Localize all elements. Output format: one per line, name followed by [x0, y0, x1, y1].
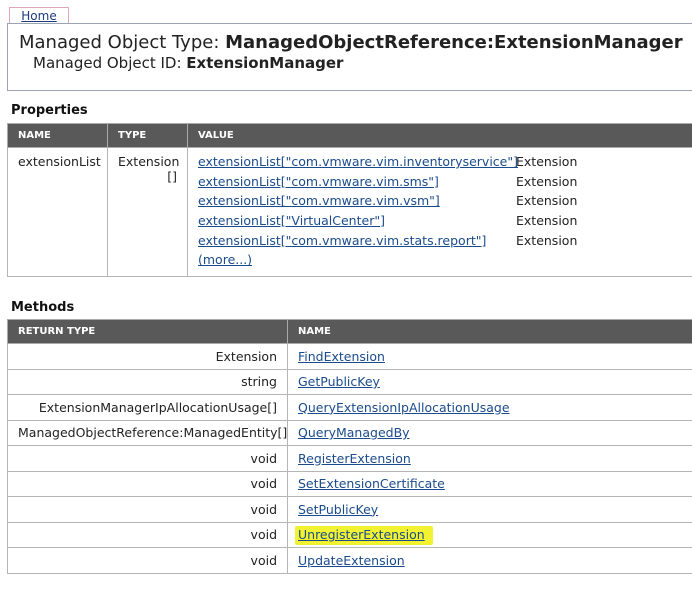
return-type: Extension — [7, 343, 288, 370]
methods-title: Methods — [11, 300, 75, 315]
method-row: void UpdateExtension — [7, 547, 692, 574]
value-link[interactable]: extensionList["com.vmware.vim.stats.repo… — [198, 233, 516, 248]
method-link[interactable]: SetExtensionCertificate — [298, 476, 445, 491]
return-type: void — [7, 521, 288, 548]
column-header: RETURN TYPE — [7, 319, 288, 344]
managed-object-type: Managed Object Type: ManagedObjectRefere… — [19, 32, 683, 53]
value-link[interactable]: extensionList["VirtualCenter"] — [198, 213, 516, 228]
value-type: Extension — [516, 213, 578, 229]
method-row: void RegisterExtension — [7, 445, 692, 472]
method-link[interactable]: QueryManagedBy — [298, 425, 410, 440]
return-type: void — [7, 547, 288, 574]
column-header: NAME — [7, 123, 108, 148]
properties-title: Properties — [11, 103, 88, 118]
property-row: extensionList Extension [] extensionList… — [7, 147, 692, 277]
method-row: void UnregisterExtension — [7, 521, 692, 548]
column-header: NAME — [287, 319, 692, 344]
value-item: extensionList["com.vmware.vim.sms"] Exte… — [198, 172, 683, 192]
column-header: TYPE — [107, 123, 188, 148]
return-type: string — [7, 368, 288, 395]
method-row: string GetPublicKey — [7, 368, 692, 395]
value-item: extensionList["VirtualCenter"] Extension — [198, 211, 683, 231]
method-link-highlighted[interactable]: UnregisterExtension — [295, 526, 433, 546]
methods-table: RETURN TYPE NAME Extension FindExtension… — [7, 319, 692, 574]
return-type: void — [7, 445, 288, 472]
column-header: VALUE — [187, 123, 692, 148]
return-type: void — [7, 470, 288, 497]
managed-object-type-value: ManagedObjectReference:ExtensionManager — [225, 32, 683, 53]
method-link[interactable]: FindExtension — [298, 349, 385, 364]
value-type: Extension — [516, 154, 578, 170]
method-link[interactable]: GetPublicKey — [298, 374, 380, 389]
method-link[interactable]: QueryExtensionIpAllocationUsage — [298, 400, 510, 415]
properties-table: NAME TYPE VALUE extensionList Extension … — [7, 123, 692, 277]
method-row: Extension FindExtension — [7, 343, 692, 370]
value-link[interactable]: extensionList["com.vmware.vim.sms"] — [198, 174, 516, 189]
home-link[interactable]: Home — [9, 7, 69, 24]
value-link[interactable]: extensionList["com.vmware.vim.vsm"] — [198, 193, 516, 208]
method-row: void SetPublicKey — [7, 496, 692, 523]
property-name: extensionList — [7, 147, 108, 277]
method-link[interactable]: UpdateExtension — [298, 553, 405, 568]
value-item: extensionList["com.vmware.vim.vsm"] Exte… — [198, 191, 683, 211]
value-item: extensionList["com.vmware.vim.inventorys… — [198, 152, 683, 172]
page-header: Managed Object Type: ManagedObjectRefere… — [7, 23, 692, 91]
value-type: Extension — [516, 232, 578, 248]
method-row: ExtensionManagerIpAllocationUsage[] Quer… — [7, 394, 692, 421]
value-item: extensionList["com.vmware.vim.stats.repo… — [198, 230, 683, 250]
managed-object-id: Managed Object ID: ExtensionManager — [33, 54, 344, 72]
method-link[interactable]: RegisterExtension — [298, 451, 411, 466]
managed-object-id-value: ExtensionManager — [186, 54, 344, 72]
property-type: Extension [] — [107, 147, 188, 277]
method-row: void SetExtensionCertificate — [7, 470, 692, 497]
value-type: Extension — [516, 173, 578, 189]
return-type: void — [7, 496, 288, 523]
method-link[interactable]: SetPublicKey — [298, 502, 378, 517]
value-link[interactable]: extensionList["com.vmware.vim.inventorys… — [198, 154, 518, 169]
value-type: Extension — [516, 193, 578, 209]
property-value: extensionList["com.vmware.vim.inventorys… — [187, 147, 692, 277]
more-link[interactable]: (more...) — [198, 252, 252, 267]
return-type: ExtensionManagerIpAllocationUsage[] — [7, 394, 288, 421]
method-row: ManagedObjectReference:ManagedEntity[] Q… — [7, 419, 692, 446]
return-type: ManagedObjectReference:ManagedEntity[] — [7, 419, 288, 446]
